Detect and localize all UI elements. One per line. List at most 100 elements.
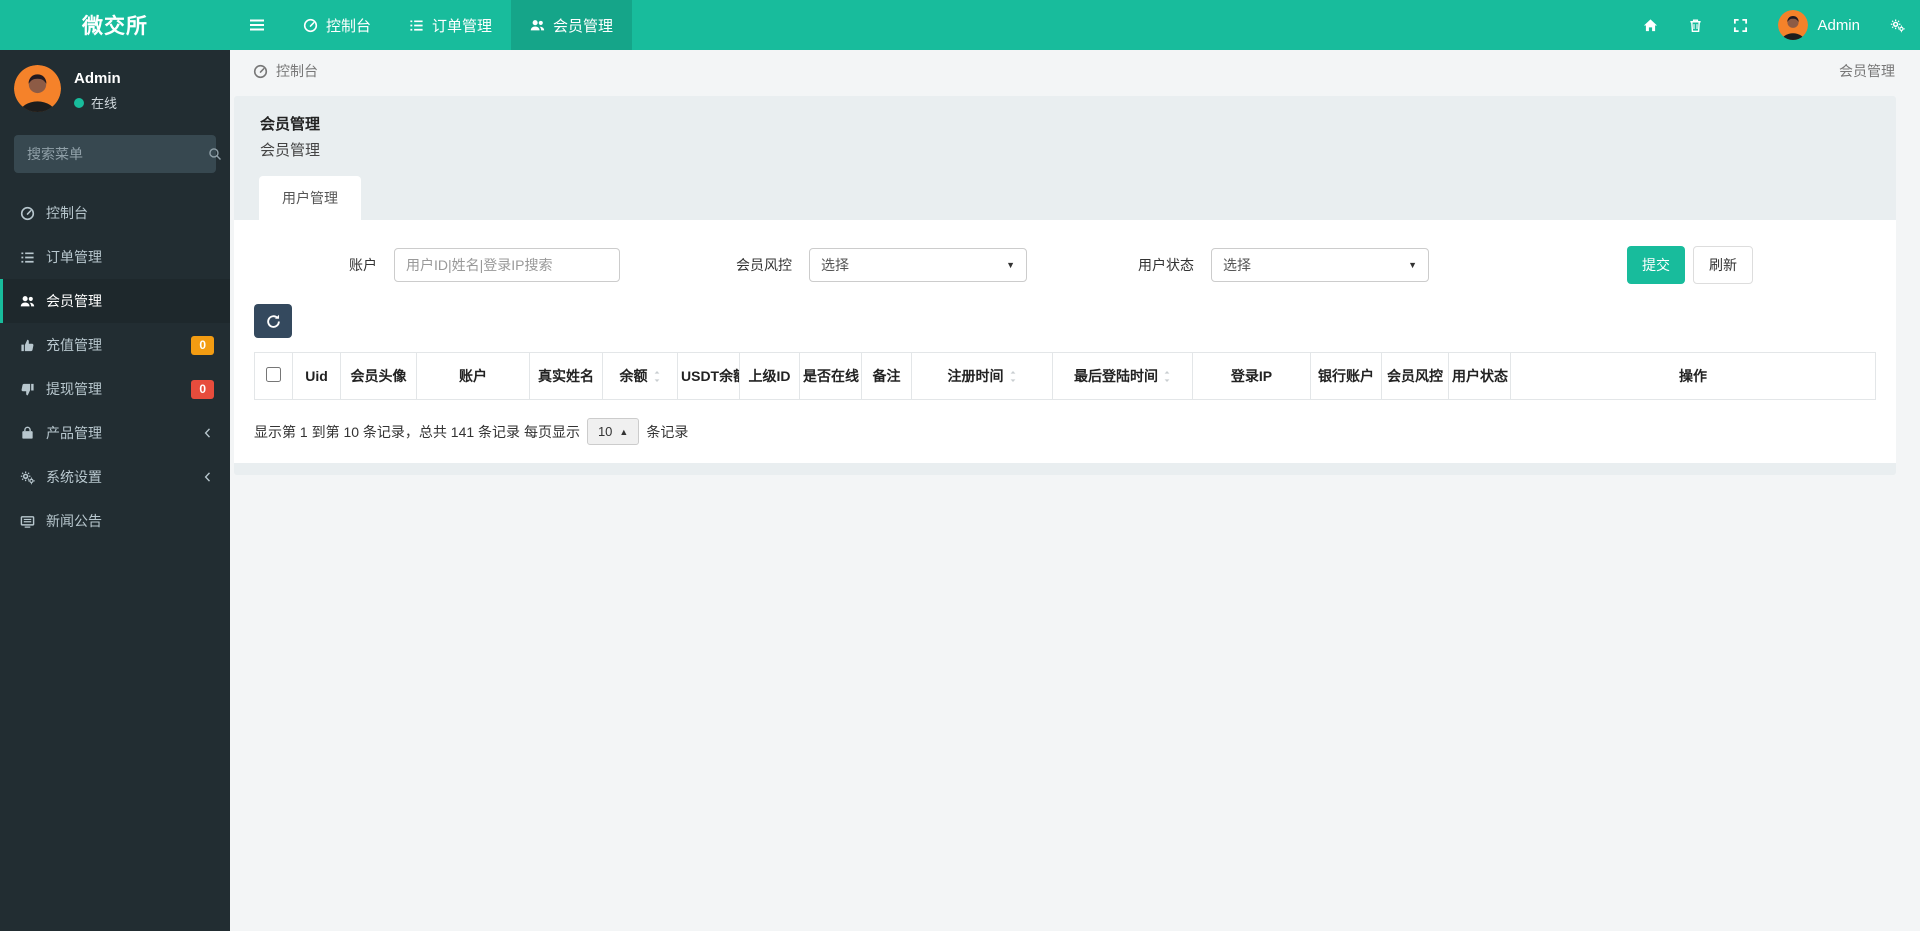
members-table: Uid会员头像账户真实姓名余额USDT余额上级ID是否在线备注注册时间最后登陆时… [254,352,1876,400]
hamburger-icon [249,17,265,33]
select-all-checkbox-cell [255,353,293,400]
tab-user-management[interactable]: 用户管理 [259,176,361,220]
users-icon [20,294,35,309]
column-header-label: 注册时间 [948,366,1004,386]
home-button[interactable] [1628,0,1673,50]
sort-icon [1163,369,1171,384]
sidebar-item-badge: 0 [191,336,214,355]
brand-logo[interactable]: 微交所 [0,0,230,50]
sidebar-item-订单管理[interactable]: 订单管理 [0,235,230,279]
sidebar-toggle-button[interactable] [230,0,284,50]
app-root: 微交所 控制台订单管理会员管理 Admin Admin 在线 控制台订单管理会员… [0,0,1920,931]
sort-icon [1009,369,1017,384]
column-header-上级ID: 上级ID [740,353,800,400]
top-nav-item-订单管理[interactable]: 订单管理 [390,0,511,50]
column-header-登录IP: 登录IP [1193,353,1311,400]
sidebar-search [14,135,216,173]
sortable-header[interactable]: 余额 [620,366,661,386]
sidebar-user-panel: Admin 在线 [0,50,230,125]
online-status-dot [74,98,84,108]
sortable-header[interactable]: 注册时间 [948,366,1017,386]
sort-icon [653,369,661,384]
user-status: 在线 [74,93,121,112]
refresh-button[interactable]: 刷新 [1693,246,1753,284]
sortable-header[interactable]: 最后登陆时间 [1074,366,1171,386]
sidebar-item-label: 系统设置 [46,467,102,487]
avatar [14,65,61,112]
top-nav-item-控制台[interactable]: 控制台 [284,0,390,50]
page-size-select[interactable]: 10 ▲ [587,418,639,445]
status-select-value: 选择 [1223,255,1251,275]
sidebar-item-系统设置[interactable]: 系统设置 [0,455,230,499]
table-header: Uid会员头像账户真实姓名余额USDT余额上级ID是否在线备注注册时间最后登陆时… [255,353,1876,400]
account-label: 账户 [349,255,377,275]
tab-bar: 用户管理 [234,176,1896,220]
status-select[interactable]: 选择 ▼ [1211,248,1429,282]
breadcrumb-home[interactable]: 控制台 [253,61,318,81]
risk-select[interactable]: 选择 ▼ [809,248,1027,282]
thumbdown-icon [20,382,35,397]
breadcrumb-home-label: 控制台 [276,61,318,81]
column-header-最后登陆时间[interactable]: 最后登陆时间 [1053,353,1193,400]
sidebar-item-label: 产品管理 [46,423,102,443]
sidebar-menu: 控制台订单管理会员管理充值管理 0 提现管理0 产品管理系统设置新闻公告 [0,191,230,543]
trash-icon [1688,18,1703,33]
column-header-label: 最后登陆时间 [1074,366,1158,386]
filter-status-group: 用户状态 选择 ▼ [1138,248,1429,282]
trash-button[interactable] [1673,0,1718,50]
sidebar-item-label: 会员管理 [46,291,102,311]
top-nav-item-label: 订单管理 [432,15,492,36]
bag-icon [20,426,35,441]
reload-table-button[interactable] [254,304,292,338]
chevron-left-icon [202,471,214,483]
search-icon[interactable] [208,147,222,161]
column-header-真实姓名: 真实姓名 [530,353,603,400]
column-header-银行账户: 银行账户 [1311,353,1382,400]
sidebar-item-会员管理[interactable]: 会员管理 [0,279,230,323]
gauge-icon [20,206,35,221]
search-input[interactable] [27,146,208,162]
select-all-checkbox[interactable] [266,367,281,382]
thumbup-icon [20,338,35,353]
fullscreen-button[interactable] [1718,0,1763,50]
sidebar-item-控制台[interactable]: 控制台 [0,191,230,235]
chevron-down-icon: ▼ [1006,260,1015,270]
column-header-注册时间[interactable]: 注册时间 [912,353,1053,400]
top-nav-right: Admin [1628,0,1920,50]
filter-buttons: 提交 刷新 [1627,246,1753,284]
pagination-summary: 显示第 1 到第 10 条记录，总共 141 条记录 每页显示 10 ▲ 条记录 [254,418,688,445]
list-icon [409,18,424,33]
gears-icon [1890,18,1905,33]
page-subtitle: 会员管理 [260,139,1870,160]
sidebar-item-产品管理[interactable]: 产品管理 [0,411,230,455]
top-nav-item-会员管理[interactable]: 会员管理 [511,0,632,50]
submit-button[interactable]: 提交 [1627,246,1685,284]
column-header-备注: 备注 [862,353,912,400]
sidebar-item-label: 新闻公告 [46,511,102,531]
gauge-icon [303,18,318,33]
summary-prefix: 显示第 1 到第 10 条记录，总共 141 条记录 每页显示 [254,422,580,442]
breadcrumb: 控制台 会员管理 [230,50,1920,92]
member-management-panel: 会员管理 会员管理 用户管理 账户 会员风控 选择 ▼ [234,96,1896,475]
panel-head: 会员管理 会员管理 [234,113,1896,176]
page-title: 会员管理 [260,113,1870,134]
account-search-input[interactable] [394,248,620,282]
breadcrumb-current: 会员管理 [1839,61,1895,81]
avatar [1778,10,1808,40]
sidebar-item-新闻公告[interactable]: 新闻公告 [0,499,230,543]
column-header-会员头像: 会员头像 [341,353,417,400]
sidebar-item-label: 订单管理 [46,247,102,267]
sidebar-item-充值管理[interactable]: 充值管理 0 [0,323,230,367]
navbar-user-menu[interactable]: Admin [1763,0,1875,50]
column-header-用户状态: 用户状态 [1449,353,1511,400]
top-nav-item-label: 会员管理 [553,15,613,36]
column-header-账户: 账户 [417,353,530,400]
column-header-余额[interactable]: 余额 [603,353,678,400]
navbar-settings-button[interactable] [1875,0,1920,50]
navbar-user-label: Admin [1817,17,1860,34]
sidebar-item-label: 充值管理 [46,335,102,355]
column-header-是否在线: 是否在线 [800,353,862,400]
user-name: Admin [74,70,121,87]
sidebar-item-提现管理[interactable]: 提现管理0 [0,367,230,411]
gears-icon [20,470,35,485]
